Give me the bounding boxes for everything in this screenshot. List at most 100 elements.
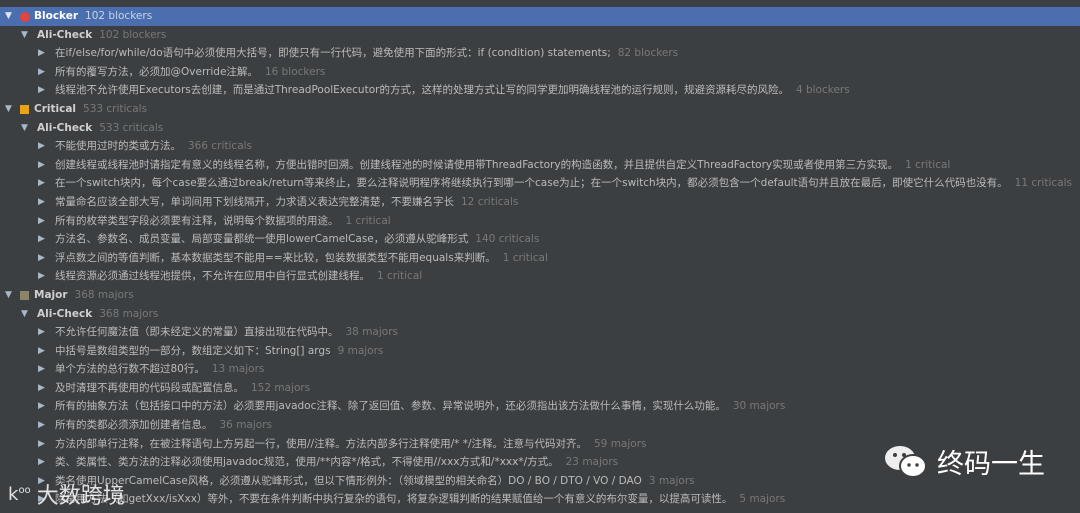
expand-triangle-icon[interactable]: ▼ [5,286,12,305]
inspection-group-row[interactable]: ▼ Ali-Check 368 majors [0,305,1080,324]
collapse-triangle-icon[interactable]: ▶ [38,379,45,398]
problem-count: 368 majors [74,288,134,301]
inspection-row[interactable]: ▶ 中括号是数组类型的一部分，数组定义如下：String[] args 9 majo… [0,342,1080,361]
row-label-wrap: 单个方法的总行数不超过80行。 13 majors [55,360,264,379]
collapse-triangle-icon[interactable]: ▶ [38,453,45,472]
expand-triangle-icon[interactable]: ▼ [5,7,12,26]
collapse-triangle-icon[interactable]: ▶ [38,174,45,193]
collapse-triangle-icon[interactable]: ▶ [38,416,45,435]
problem-count: 366 criticals [188,140,253,153]
collapse-triangle-icon[interactable]: ▶ [38,435,45,454]
row-label-wrap: 在一个switch块内，每个case要么通过break/return等来终止，要… [55,174,1072,193]
collapse-triangle-icon[interactable]: ▶ [38,342,45,361]
blocker-severity-icon [20,12,30,22]
row-label: 所有的类都必须添加创建者信息。 [55,419,213,432]
problem-count: 102 blockers [85,10,153,22]
problem-count: 38 majors [345,326,399,339]
problem-count: 4 blockers [795,84,850,97]
problem-count: 1 critical [905,158,951,171]
collapse-triangle-icon[interactable]: ▶ [38,44,45,63]
row-label: Critical [34,102,77,115]
collapse-triangle-icon[interactable]: ▶ [38,137,45,156]
inspection-row[interactable]: ▶ 创建线程或线程池时请指定有意义的线程名称，方便出错时回溯。创建线程池的时候请使… [0,156,1080,175]
row-label: 方法内部单行注释，在被注释语句上方另起一行，使用//注释。方法内部多行注释使用/… [55,437,587,450]
collapse-triangle-icon[interactable]: ▶ [38,267,45,286]
row-label: 类名使用UpperCamelCase风格，必须遵从驼峰形式，但以下情形例外：（领… [55,474,642,487]
row-label-wrap: 类、类属性、类方法的注释必须使用javadoc规范，使用/**内容*/格式，不得… [55,453,618,472]
watermark-right-text: 终码一生 [937,449,1045,480]
collapse-triangle-icon[interactable]: ▶ [38,193,45,212]
severity-group-row[interactable]: ▼ Major 368 majors [0,286,1080,305]
inspection-row[interactable]: ▶ 浮点数之间的等值判断，基本数据类型不能用==来比较，包装数据类型不能用equa… [0,249,1080,268]
problem-count: 140 criticals [475,233,540,246]
row-label: 所有的枚举类型字段必须要有注释，说明每个数据项的用途。 [55,214,339,227]
inspection-group-row[interactable]: ▼ Ali-Check 533 criticals [0,119,1080,138]
inspection-row[interactable]: ▶ 不能使用过时的类或方法。 366 criticals [0,137,1080,156]
inspection-row[interactable]: ▶ 线程资源必须通过线程池提供，不允许在应用中自行显式创建线程。 1 critica… [0,267,1080,286]
logo-icon: koo [8,483,31,505]
inspection-row[interactable]: ▶ 线程池不允许使用Executors去创建，而是通过ThreadPoolExec… [0,81,1080,100]
row-label: 在一个switch块内，每个case要么通过break/return等来终止，要… [55,177,1008,190]
row-label-wrap: 中括号是数组类型的一部分，数组定义如下：String[] args 9 major… [55,342,383,361]
severity-group-row[interactable]: ▼ Critical 533 criticals [0,100,1080,119]
row-label: 中括号是数组类型的一部分，数组定义如下：String[] args [55,344,331,357]
inspection-row[interactable]: ▶ 在一个switch块内，每个case要么通过break/return等来终止，… [0,174,1080,193]
row-label: 线程池不允许使用Executors去创建，而是通过ThreadPoolExecu… [55,84,789,97]
inspection-row[interactable]: ▶ 单个方法的总行数不超过80行。 13 majors [0,360,1080,379]
inspection-row[interactable]: ▶ 及时清理不再使用的代码段或配置信息。 152 majors [0,379,1080,398]
inspection-results-tree[interactable]: ▼ Blocker 102 blockers ▼ Ali-Check 102 blocke… [0,7,1080,509]
collapse-triangle-icon[interactable]: ▶ [38,323,45,342]
major-severity-icon [20,290,29,300]
row-label-wrap: 线程池不允许使用Executors去创建，而是通过ThreadPoolExecu… [55,81,850,100]
critical-severity-icon [20,104,29,114]
row-label-wrap: 在if/else/for/while/do语句中必须使用大括号，即使只有一行代码… [55,44,678,63]
row-label: 在if/else/for/while/do语句中必须使用大括号，即使只有一行代码… [55,47,611,60]
problem-count: 11 criticals [1014,177,1072,190]
row-label-wrap: 不能使用过时的类或方法。 366 criticals [55,137,252,156]
collapse-triangle-icon[interactable]: ▶ [38,230,45,249]
inspection-row[interactable]: ▶ 除常用方法（如getXxx/isXxx）等外，不要在条件判断中执行复杂的语句，… [0,490,1080,509]
row-label: 所有的抽象方法（包括接口中的方法）必须要用javadoc注释、除了返回值、参数、… [55,400,726,413]
inspection-row[interactable]: ▶ 方法名、参数名、成员变量、局部变量都统一使用lowerCamelCase，必须… [0,230,1080,249]
severity-group-row[interactable]: ▼ Blocker 102 blockers [0,7,1080,26]
inspection-row[interactable]: ▶ 所有的类都必须添加创建者信息。 36 majors [0,416,1080,435]
row-label-wrap: 常量命名应该全部大写，单词间用下划线隔开，力求语义表达完整清楚，不要嫌名字长 12… [55,193,518,212]
collapse-triangle-icon[interactable]: ▶ [38,63,45,82]
expand-triangle-icon[interactable]: ▼ [21,26,28,45]
expand-triangle-icon[interactable]: ▼ [21,119,28,138]
expand-triangle-icon[interactable]: ▼ [5,100,12,119]
inspection-row[interactable]: ▶ 不允许任何魔法值（即未经定义的常量）直接出现在代码中。 38 majors [0,323,1080,342]
collapse-triangle-icon[interactable]: ▶ [38,81,45,100]
inspection-row[interactable]: ▶ 所有的枚举类型字段必须要有注释，说明每个数据项的用途。 1 critical [0,212,1080,231]
row-label-wrap: 除常用方法（如getXxx/isXxx）等外，不要在条件判断中执行复杂的语句，将… [55,490,785,509]
row-label: 方法名、参数名、成员变量、局部变量都统一使用lowerCamelCase，必须遵… [55,233,469,246]
collapse-triangle-icon[interactable]: ▶ [38,156,45,175]
collapse-triangle-icon[interactable]: ▶ [38,249,45,268]
collapse-triangle-icon[interactable]: ▶ [38,397,45,416]
collapse-triangle-icon[interactable]: ▶ [38,212,45,231]
row-label-wrap: 类名使用UpperCamelCase风格，必须遵从驼峰形式，但以下情形例外：（领… [55,472,695,491]
inspection-row[interactable]: ▶ 常量命名应该全部大写，单词间用下划线隔开，力求语义表达完整清楚，不要嫌名字长 1… [0,193,1080,212]
inspection-row[interactable]: ▶ 在if/else/for/while/do语句中必须使用大括号，即使只有一行代… [0,44,1080,63]
inspection-row[interactable]: ▶ 所有的覆写方法，必须加@Override注解。 16 blockers [0,63,1080,82]
expand-triangle-icon[interactable]: ▼ [21,305,28,324]
row-label-wrap: Blocker 102 blockers [34,7,152,26]
problem-count: 12 criticals [461,195,519,208]
problem-count: 3 majors [648,474,695,487]
problem-count: 16 blockers [264,65,326,78]
watermark-right: 终码一生 [883,442,1045,481]
row-label: Blocker [34,10,79,22]
row-label: 常量命名应该全部大写，单词间用下划线隔开，力求语义表达完整清楚，不要嫌名字长 [55,195,454,208]
row-label: 单个方法的总行数不超过80行。 [55,363,205,376]
row-label-wrap: Ali-Check 368 majors [37,305,158,324]
collapse-triangle-icon[interactable]: ▶ [38,360,45,379]
row-label-wrap: 方法内部单行注释，在被注释语句上方另起一行，使用//注释。方法内部多行注释使用/… [55,435,647,454]
row-label-wrap: 浮点数之间的等值判断，基本数据类型不能用==来比较，包装数据类型不能用equal… [55,249,548,268]
inspection-row[interactable]: ▶ 所有的抽象方法（包括接口中的方法）必须要用javadoc注释、除了返回值、参数… [0,397,1080,416]
problem-count: 1 critical [377,270,423,283]
problem-count: 1 critical [502,251,548,264]
problem-count: 533 criticals [99,121,164,134]
problem-count: 533 criticals [83,102,148,115]
row-label: 线程资源必须通过线程池提供，不允许在应用中自行显式创建线程。 [55,270,370,283]
inspection-group-row[interactable]: ▼ Ali-Check 102 blockers [0,26,1080,45]
